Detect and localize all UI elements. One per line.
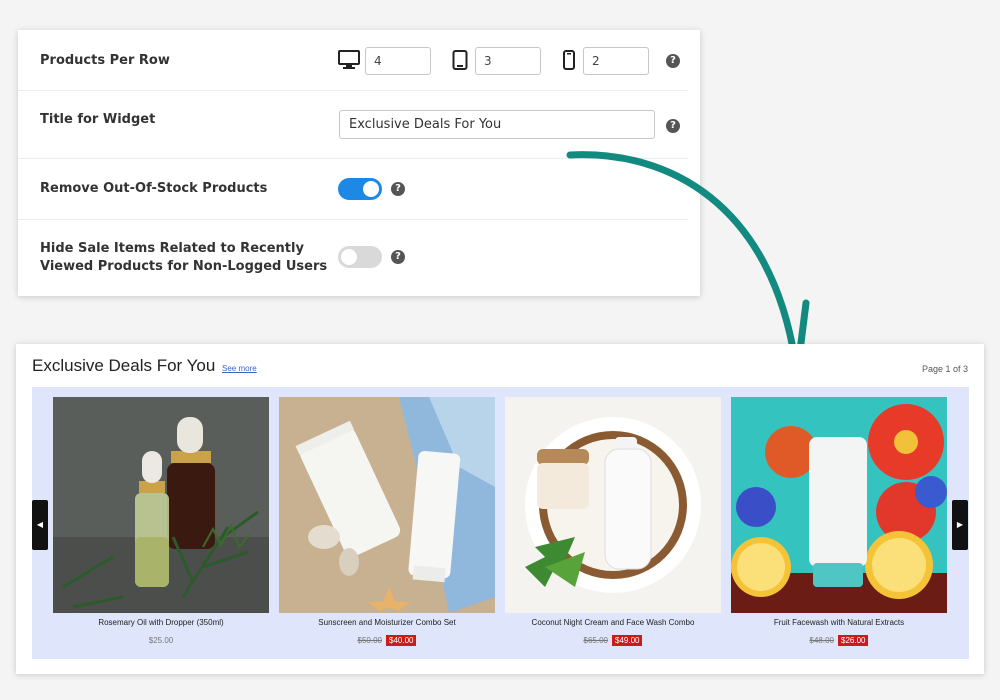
product-name[interactable]: Rosemary Oil with Dropper (350ml): [53, 618, 269, 627]
widget-title-label: Title for Widget: [40, 112, 156, 127]
product-name[interactable]: Sunscreen and Moisturizer Combo Set: [279, 618, 495, 627]
product-card[interactable]: Sunscreen and Moisturizer Combo Set $50.…: [279, 397, 495, 646]
product-image-coconut-cream[interactable]: [505, 397, 721, 613]
product-card[interactable]: Coconut Night Cream and Face Wash Combo …: [505, 397, 721, 646]
product-price: $25.00: [53, 636, 269, 645]
chevron-left-icon: ◀: [36, 520, 44, 529]
sale-price: $49.00: [612, 635, 643, 646]
mobile-icon: [563, 50, 575, 70]
remove-out-of-stock-label: Remove Out-Of-Stock Products: [40, 181, 268, 196]
see-more-link[interactable]: See more: [222, 364, 257, 373]
tablet-columns-input[interactable]: 3: [475, 47, 541, 75]
help-icon[interactable]: ?: [391, 250, 405, 264]
product-card[interactable]: Fruit Facewash with Natural Extracts $48…: [731, 397, 947, 646]
toggle-knob: [341, 249, 357, 265]
product-image-sunscreen[interactable]: [279, 397, 495, 613]
product-image-rosemary-oil[interactable]: [53, 397, 269, 613]
widget-title-input[interactable]: Exclusive Deals For You: [339, 110, 655, 139]
help-icon[interactable]: ?: [391, 182, 405, 196]
original-price: $50.00: [357, 636, 382, 645]
regular-price: $25.00: [148, 636, 174, 645]
hide-sale-items-toggle[interactable]: [338, 246, 382, 268]
remove-out-of-stock-toggle[interactable]: [338, 178, 382, 200]
product-image-fruit-facewash[interactable]: [731, 397, 947, 613]
product-carousel: Rosemary Oil with Dropper (350ml) $25.00: [32, 387, 969, 659]
product-price: $50.00 $40.00: [279, 635, 495, 646]
products-per-row-row: Products Per Row 4 3 2 ?: [18, 30, 688, 91]
original-price: $48.00: [809, 636, 834, 645]
product-price: $48.00 $26.00: [731, 635, 947, 646]
curved-arrow-icon: [566, 151, 810, 371]
deals-widget: Exclusive Deals For You See more Page 1 …: [16, 344, 984, 674]
hide-sale-items-label-line2: Viewed Products for Non-Logged Users: [40, 259, 328, 274]
hide-sale-items-label-line1: Hide Sale Items Related to Recently: [40, 241, 304, 256]
product-name[interactable]: Fruit Facewash with Natural Extracts: [731, 618, 947, 627]
widget-title: Exclusive Deals For You: [32, 356, 216, 375]
product-card[interactable]: Rosemary Oil with Dropper (350ml) $25.00: [53, 397, 269, 645]
hide-sale-items-label: Hide Sale Items Related to Recently View…: [40, 240, 327, 276]
desktop-icon: [338, 50, 360, 69]
mobile-columns-input[interactable]: 2: [583, 47, 649, 75]
page-indicator: Page 1 of 3: [921, 364, 968, 374]
original-price: $65.00: [583, 636, 608, 645]
product-price: $65.00 $49.00: [505, 635, 721, 646]
chevron-right-icon: ▶: [956, 520, 964, 529]
sale-price: $26.00: [838, 635, 869, 646]
toggle-knob: [363, 181, 379, 197]
sale-price: $40.00: [386, 635, 417, 646]
help-icon[interactable]: ?: [666, 54, 680, 68]
desktop-columns-input[interactable]: 4: [365, 47, 431, 75]
carousel-prev-button[interactable]: ◀: [32, 500, 48, 550]
help-icon[interactable]: ?: [666, 119, 680, 133]
tablet-icon: [452, 50, 468, 70]
carousel-next-button[interactable]: ▶: [952, 500, 968, 550]
products-per-row-label: Products Per Row: [40, 53, 170, 68]
product-name[interactable]: Coconut Night Cream and Face Wash Combo: [505, 618, 721, 627]
